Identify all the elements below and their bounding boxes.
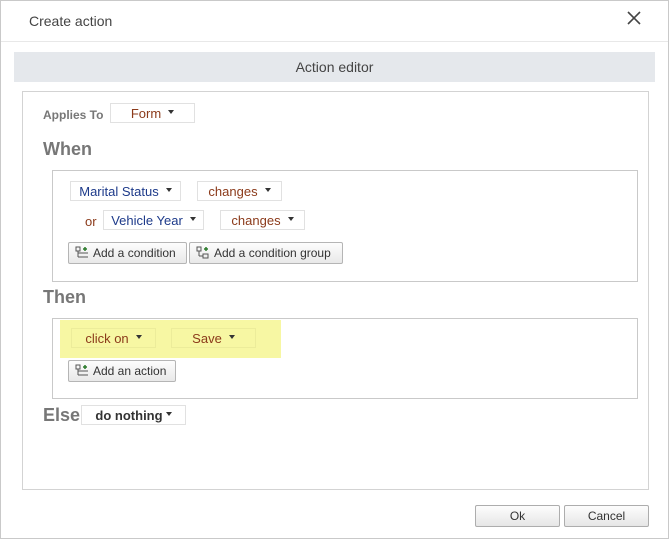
applies-to-value: Form (130, 106, 162, 121)
action-value: click on (85, 331, 129, 346)
else-label: Else (43, 405, 81, 425)
caret-down-icon (228, 334, 235, 339)
add-action-icon (75, 364, 88, 376)
condition-field-dropdown[interactable]: Marital Status (70, 181, 181, 201)
dialog-titlebar: Create action (1, 1, 668, 42)
add-action-button[interactable]: Add an action (68, 360, 176, 382)
caret-down-icon (189, 216, 196, 221)
ok-button[interactable]: Ok (475, 505, 560, 527)
caret-down-icon (165, 187, 172, 192)
caret-down-icon (264, 187, 271, 192)
close-icon[interactable] (623, 7, 645, 29)
add-condition-icon (75, 246, 88, 258)
conditions-box: Marital Status changes or Vehicle Year c… (52, 170, 638, 282)
add-condition-group-label: Add a condition group (214, 246, 331, 260)
when-label: When (43, 139, 92, 159)
applies-to-label: Applies To (43, 108, 104, 122)
add-condition-group-icon (196, 246, 209, 259)
action-editor-panel: Applies To Form When Marital Status chan… (22, 91, 649, 490)
caret-down-icon (135, 334, 142, 339)
add-condition-button[interactable]: Add a condition (68, 242, 187, 264)
condition-field-value: Vehicle Year (111, 213, 183, 228)
action-dropdown[interactable]: click on (71, 328, 156, 348)
caret-down-icon (287, 216, 294, 221)
condition-operator-value: changes (208, 184, 258, 199)
else-value: do nothing (95, 408, 163, 423)
applies-to-dropdown[interactable]: Form (110, 103, 195, 123)
caret-down-icon (168, 109, 175, 114)
condition-field-dropdown[interactable]: Vehicle Year (103, 210, 204, 230)
condition-connector[interactable]: or (85, 214, 97, 229)
then-label: Then (43, 287, 86, 307)
condition-operator-dropdown[interactable]: changes (197, 181, 282, 201)
condition-operator-value: changes (231, 213, 281, 228)
else-dropdown[interactable]: do nothing (81, 405, 186, 425)
add-action-label: Add an action (93, 364, 167, 378)
condition-operator-dropdown[interactable]: changes (220, 210, 305, 230)
dialog-title: Create action (29, 13, 113, 29)
action-target-value: Save (192, 331, 222, 346)
action-editor-header: Action editor (14, 52, 655, 82)
cancel-button[interactable]: Cancel (564, 505, 649, 527)
action-target-dropdown[interactable]: Save (171, 328, 256, 348)
create-action-dialog: Create action Action editor Applies To F… (0, 0, 669, 539)
add-condition-label: Add a condition (93, 246, 176, 260)
caret-down-icon (165, 411, 172, 416)
add-condition-group-button[interactable]: Add a condition group (189, 242, 343, 264)
condition-field-value: Marital Status (79, 184, 159, 199)
